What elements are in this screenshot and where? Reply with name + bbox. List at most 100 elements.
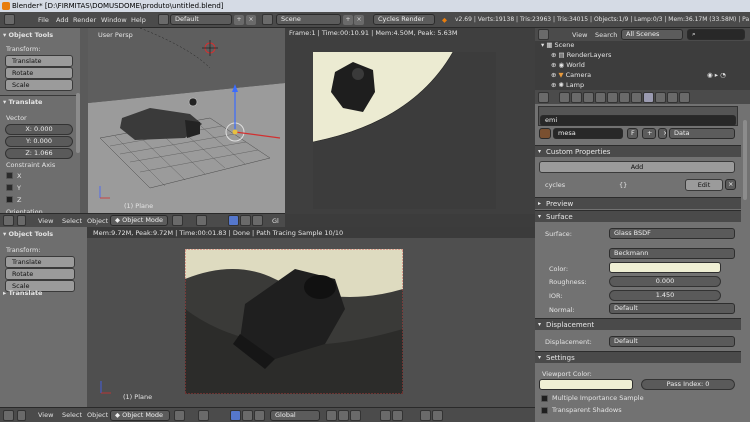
roughness-field[interactable]: 0.000	[609, 276, 721, 287]
surface-panel[interactable]: ▾ Surface	[535, 210, 741, 222]
object-tab-icon[interactable]	[595, 92, 606, 103]
material-slot-filter[interactable]: emi	[540, 115, 736, 126]
viewport-editor-icon-2[interactable]	[3, 410, 14, 421]
edit-property-button[interactable]: Edit	[685, 179, 723, 191]
properties-editor-icon[interactable]	[538, 92, 549, 103]
object-tools-header-2[interactable]: ▾ Object Tools	[3, 230, 53, 238]
outliner-item-scene[interactable]: ▾ ▦ Scene	[541, 41, 574, 49]
custom-properties-panel[interactable]: ▾ Custom Properties	[535, 145, 741, 157]
shading-icon-2[interactable]	[174, 410, 185, 421]
menu-view-2[interactable]: View	[38, 411, 53, 419]
vector-y-field[interactable]: Y: 0.000	[5, 136, 73, 147]
mis-checkbox[interactable]	[541, 395, 548, 402]
screen-layout-icon[interactable]	[158, 14, 169, 25]
translate-button[interactable]: Translate	[5, 55, 73, 67]
layer-button-2[interactable]	[338, 410, 349, 421]
scene-select[interactable]: Scene	[276, 14, 341, 25]
vector-x-field[interactable]: X: 0.000	[5, 124, 73, 135]
particles-tab-icon[interactable]	[667, 92, 678, 103]
constraint-x-checkbox[interactable]	[6, 172, 13, 179]
viewport-3d-bottom[interactable]: Mem:9.72M, Peak:9.72M | Time:00:01.83 | …	[87, 227, 535, 407]
translate-manip-icon[interactable]	[240, 215, 251, 226]
mode-select-2[interactable]: ◆ Object Mode	[110, 410, 170, 421]
menu-help[interactable]: Help	[131, 16, 146, 24]
scene-icon[interactable]	[262, 14, 273, 25]
rotate-button[interactable]: Rotate	[5, 67, 73, 79]
rotate-button-2[interactable]: Rotate	[5, 268, 75, 280]
remove-property-icon[interactable]: ×	[725, 179, 736, 190]
scale-button[interactable]: Scale	[5, 79, 73, 91]
constraint-z-checkbox[interactable]	[6, 196, 13, 203]
menu-add[interactable]: Add	[56, 16, 69, 24]
shading-icon[interactable]	[172, 215, 183, 226]
data-tab-icon[interactable]	[631, 92, 642, 103]
outliner-item-world[interactable]: ⊕ ◉ World	[551, 61, 585, 69]
add-property-button[interactable]: Add	[539, 161, 735, 173]
orientation-select[interactable]: Global	[270, 410, 320, 421]
outliner-item-renderlayers[interactable]: ⊕ ▤ RenderLayers	[551, 51, 611, 59]
layout-select[interactable]: Default	[170, 14, 232, 25]
menu-select-2[interactable]: Select	[62, 411, 82, 419]
translate-manip-icon-2[interactable]	[242, 410, 253, 421]
layer-button-1[interactable]	[326, 410, 337, 421]
distribution-select[interactable]: Beckmann	[609, 248, 735, 259]
orientation-short[interactable]: Gl	[272, 217, 279, 225]
surface-color-swatch[interactable]	[609, 262, 721, 273]
displacement-panel[interactable]: ▾ Displacement	[535, 318, 741, 330]
scene-tab-icon[interactable]	[571, 92, 582, 103]
displacement-select[interactable]: Default	[609, 336, 735, 347]
world-tab-icon[interactable]	[583, 92, 594, 103]
render-anim-icon[interactable]	[432, 410, 443, 421]
snap-icon[interactable]	[380, 410, 391, 421]
transparent-shadows-checkbox[interactable]	[541, 407, 548, 414]
rotate-manip-icon[interactable]	[252, 215, 263, 226]
layer-button-3[interactable]	[350, 410, 361, 421]
render-tab-icon[interactable]	[559, 92, 570, 103]
menu-window[interactable]: Window	[101, 16, 127, 24]
menu-toggle-icon-2[interactable]	[17, 410, 26, 421]
pivot-icon-2[interactable]	[198, 410, 209, 421]
add-layout-icon[interactable]: +	[234, 15, 244, 25]
viewport-3d-top[interactable]: User Persp (1) Plane	[80, 28, 285, 214]
menu-render[interactable]: Render	[73, 16, 96, 24]
material-sphere-icon[interactable]	[539, 128, 551, 139]
menu-toggle-icon[interactable]	[17, 215, 26, 226]
translate-panel-header[interactable]: ▾ Translate	[3, 98, 42, 106]
add-scene-icon[interactable]: +	[343, 15, 353, 25]
manipulator-toggle-icon[interactable]	[228, 215, 239, 226]
pivot-icon[interactable]	[196, 215, 207, 226]
manipulator-toggle-icon-2[interactable]	[230, 410, 241, 421]
ior-field[interactable]: 1.450	[609, 290, 721, 301]
unlink-material-icon[interactable]: ×	[658, 128, 667, 139]
close-scene-icon[interactable]: ×	[354, 15, 364, 25]
properties-scrollbar[interactable]	[743, 120, 747, 200]
modifiers-tab-icon[interactable]	[619, 92, 630, 103]
viewport-color-swatch[interactable]	[539, 379, 633, 390]
normal-select[interactable]: Default	[609, 303, 735, 314]
outliner-search-field[interactable]: ⌕	[687, 29, 745, 40]
fake-user-button[interactable]: F	[627, 128, 638, 139]
material-name-field[interactable]: mesa	[553, 128, 623, 139]
texture-tab-icon[interactable]	[655, 92, 666, 103]
menu-file[interactable]: File	[38, 16, 49, 24]
constraints-tab-icon[interactable]	[607, 92, 618, 103]
menu-object[interactable]: Object	[87, 217, 108, 225]
link-data-select[interactable]: Data	[669, 128, 735, 139]
pass-index-field[interactable]: Pass Index: 0	[641, 379, 735, 390]
outliner-editor-icon[interactable]	[538, 29, 549, 40]
constraint-y-checkbox[interactable]	[6, 184, 13, 191]
physics-tab-icon[interactable]	[679, 92, 690, 103]
menu-select[interactable]: Select	[62, 217, 82, 225]
vector-z-field[interactable]: Z: 1.066	[5, 148, 73, 159]
outliner-item-lamp[interactable]: ⊕ ✺ Lamp	[551, 81, 584, 89]
mode-select[interactable]: ◆ Object Mode	[110, 215, 168, 226]
outliner-item-camera[interactable]: ⊕ ▼ Camera	[551, 71, 591, 79]
outliner-view-menu[interactable]: View	[572, 31, 587, 39]
translate-button-2[interactable]: Translate	[5, 256, 75, 268]
settings-panel[interactable]: ▾ Settings	[535, 351, 741, 363]
viewport-editor-icon[interactable]	[3, 215, 14, 226]
translate-panel-collapsed[interactable]: ▸ Translate	[3, 289, 42, 297]
snap-element-icon[interactable]	[392, 410, 403, 421]
outliner-display-select[interactable]: All Scenes	[621, 29, 683, 40]
rotate-manip-icon-2[interactable]	[254, 410, 265, 421]
